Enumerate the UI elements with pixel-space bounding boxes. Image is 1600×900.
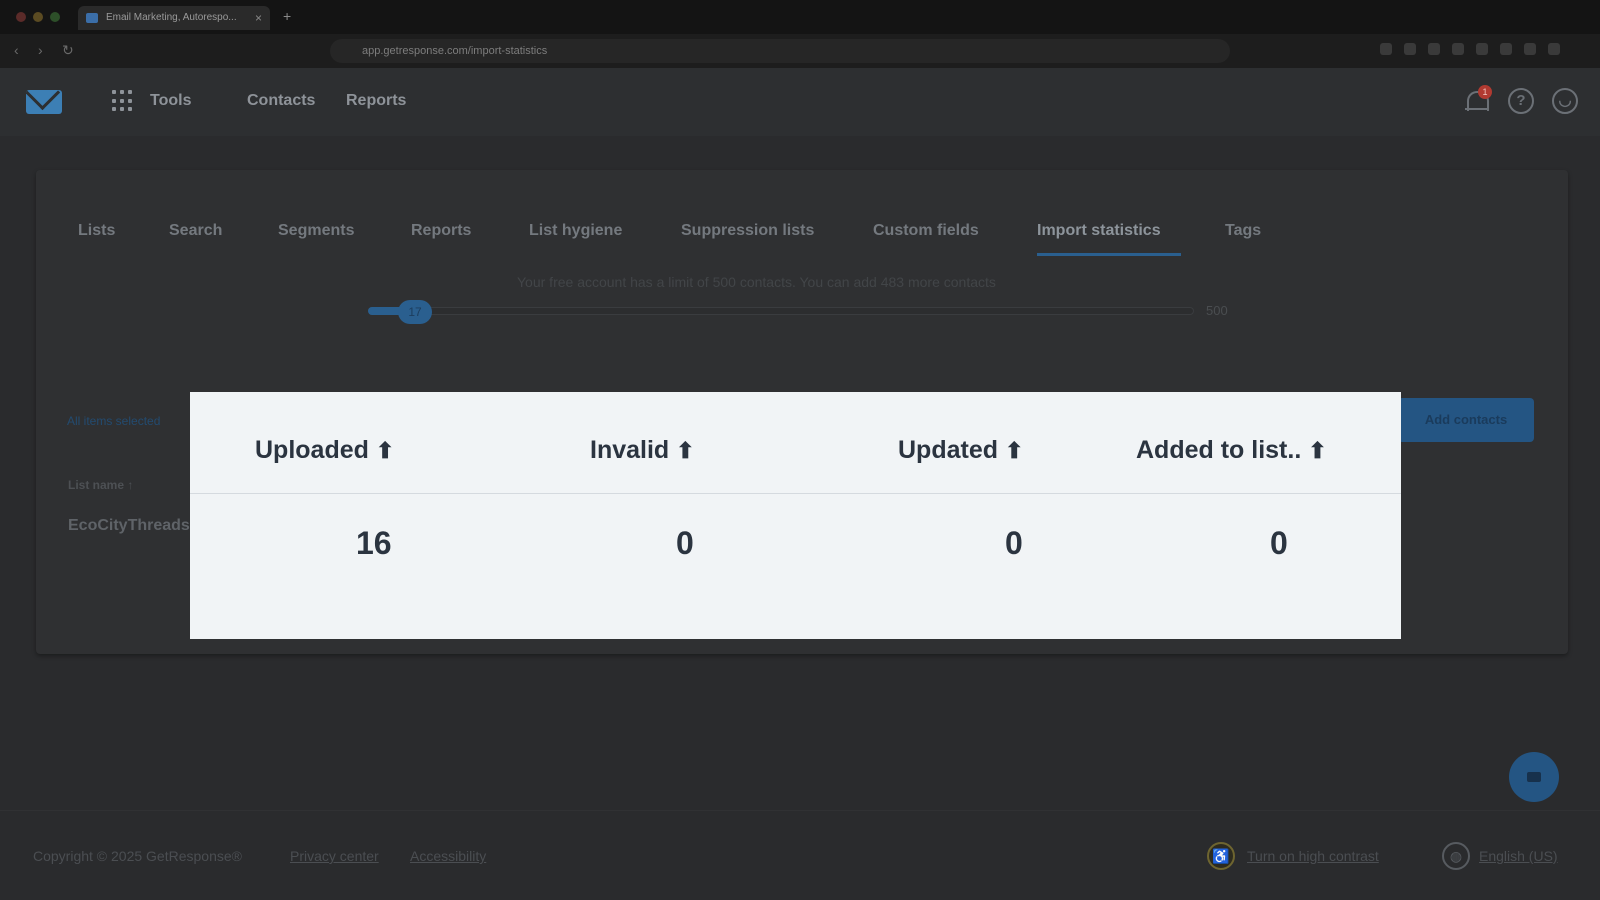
accessibility-link[interactable]: Accessibility: [410, 848, 486, 864]
minimize-window-icon[interactable]: [33, 12, 43, 22]
updated-header-label: Updated: [898, 436, 998, 464]
tab-custom-fields[interactable]: Custom fields: [873, 222, 979, 240]
list-name-header[interactable]: List name ↑: [68, 478, 133, 492]
notification-count-badge: 1: [1478, 85, 1492, 99]
sort-arrow-icon: ⬆: [1308, 438, 1327, 463]
tab-search[interactable]: Search: [169, 222, 222, 240]
invalid-header-label: Invalid: [590, 436, 670, 464]
added-to-list-header-label: Added to list..: [1136, 436, 1302, 464]
list-name-value[interactable]: EcoCityThreads: [68, 517, 190, 535]
globe-icon[interactable]: ◍: [1442, 842, 1470, 870]
added-to-list-value: 0: [1270, 525, 1288, 561]
tab-import-statistics[interactable]: Import statistics: [1037, 222, 1161, 240]
updated-header[interactable]: Updated ⬆: [898, 436, 1023, 465]
sort-arrow-icon: ⬆: [375, 438, 395, 463]
favicon-icon: [86, 13, 98, 23]
copyright-text: Copyright © 2025 GetResponse®: [33, 848, 242, 864]
uploaded-header[interactable]: Uploaded ⬆: [255, 436, 394, 465]
extension-icon[interactable]: [1452, 43, 1464, 55]
close-window-icon[interactable]: [16, 12, 26, 22]
extension-icon[interactable]: [1380, 43, 1392, 55]
active-tab-indicator: [1037, 253, 1181, 256]
apps-grid-icon[interactable]: [112, 90, 134, 112]
tab-reports[interactable]: Reports: [411, 222, 471, 240]
selection-status[interactable]: All items selected: [67, 414, 160, 428]
modal-divider: [190, 493, 1401, 494]
add-contacts-button[interactable]: Add contacts: [1398, 398, 1534, 442]
contact-limit-track: [368, 307, 1194, 315]
import-statistics-modal: Uploaded ⬆ Invalid ⬆ Updated ⬆ Added to …: [190, 392, 1401, 639]
account-icon[interactable]: ◡: [1552, 88, 1578, 114]
contact-limit-max: 500: [1206, 303, 1228, 318]
extension-icon[interactable]: [1404, 43, 1416, 55]
tab-list-hygiene[interactable]: List hygiene: [529, 222, 622, 240]
address-bar[interactable]: app.getresponse.com/import-statistics: [330, 39, 1230, 63]
tab-close-icon[interactable]: ×: [255, 6, 262, 30]
invalid-header[interactable]: Invalid ⬆: [590, 436, 695, 465]
extension-icon[interactable]: [1428, 43, 1440, 55]
tab-lists[interactable]: Lists: [78, 222, 115, 240]
maximize-window-icon[interactable]: [50, 12, 60, 22]
extension-icon[interactable]: [1476, 43, 1488, 55]
reload-icon[interactable]: ↻: [62, 42, 74, 59]
back-icon[interactable]: ‹: [14, 42, 19, 58]
extension-icon[interactable]: [1548, 43, 1560, 55]
contact-limit-current: 17: [398, 300, 432, 324]
help-icon[interactable]: ?: [1508, 88, 1534, 114]
browser-tab-bar: Email Marketing, Autorespo... × +: [0, 0, 1600, 34]
new-tab-icon[interactable]: +: [283, 8, 291, 24]
nav-contacts[interactable]: Contacts: [247, 92, 315, 110]
uploaded-value: 16: [356, 525, 392, 561]
tab-segments[interactable]: Segments: [278, 222, 354, 240]
getresponse-logo-icon[interactable]: [26, 90, 62, 114]
nav-reports[interactable]: Reports: [346, 92, 406, 110]
uploaded-header-label: Uploaded: [255, 436, 369, 464]
extension-icon[interactable]: [1500, 43, 1512, 55]
contact-limit-text: Your free account has a limit of 500 con…: [517, 274, 996, 290]
privacy-center-link[interactable]: Privacy center: [290, 848, 379, 864]
browser-tab[interactable]: Email Marketing, Autorespo... ×: [78, 6, 270, 30]
url-text: app.getresponse.com/import-statistics: [362, 45, 548, 57]
high-contrast-link[interactable]: Turn on high contrast: [1247, 848, 1379, 864]
language-selector[interactable]: English (US): [1479, 848, 1558, 864]
invalid-value: 0: [676, 525, 694, 561]
browser-toolbar: ‹ › ↻ app.getresponse.com/import-statist…: [0, 34, 1600, 68]
tab-suppression-lists[interactable]: Suppression lists: [681, 222, 814, 240]
tab-tags[interactable]: Tags: [1225, 222, 1261, 240]
sort-arrow-icon: ⬆: [676, 438, 695, 463]
accessibility-icon[interactable]: ♿: [1207, 842, 1235, 870]
added-to-list-header[interactable]: Added to list.. ⬆: [1136, 436, 1327, 465]
nav-tools[interactable]: Tools: [150, 92, 191, 110]
updated-value: 0: [1005, 525, 1023, 561]
extension-icon[interactable]: [1524, 43, 1536, 55]
browser-tab-title: Email Marketing, Autorespo...: [106, 12, 237, 23]
app-header: [0, 68, 1600, 136]
sort-arrow-icon: ⬆: [1004, 438, 1024, 463]
forward-icon[interactable]: ›: [38, 42, 43, 58]
chat-button[interactable]: [1509, 752, 1559, 802]
